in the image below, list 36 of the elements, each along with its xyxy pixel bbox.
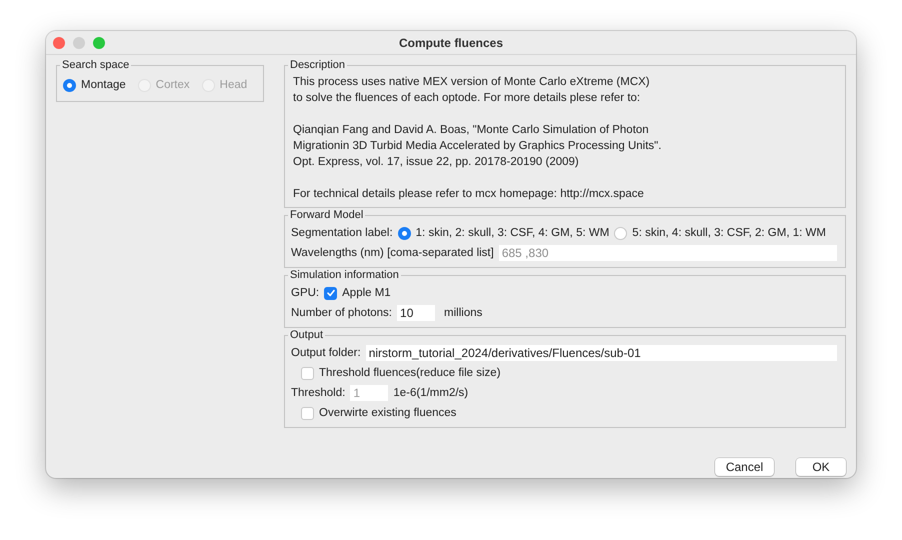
checkbox-label: Threshold fluences(reduce file size)	[319, 367, 501, 379]
field-label: Wavelengths (nm) [coma-separated list]	[291, 247, 494, 259]
panel-title: Search space	[61, 59, 130, 71]
checkbox-option[interactable]: Threshold fluences(reduce file size)	[301, 366, 501, 380]
panel-title: Forward Model	[289, 209, 364, 221]
input-field[interactable]: nirstorm_tutorial_2024/derivatives/Fluences/sub-01	[366, 345, 837, 361]
radio-label: Montage	[81, 79, 126, 91]
radio-option[interactable]: 5: skin, 4: skull, 3: CSF, 2: GM, 1: WM	[614, 226, 826, 240]
radio-option[interactable]: 1: skin, 2: skull, 3: CSF, 4: GM, 5: WM	[398, 226, 610, 240]
field-label: Segmentation label:	[291, 227, 393, 239]
field-label: Output folder:	[291, 347, 361, 359]
unit-label: millions	[444, 307, 482, 319]
panel-title: Description	[289, 59, 346, 71]
window-title: Compute fluences	[398, 36, 503, 50]
field-label: GPU:	[291, 287, 320, 299]
radio-label: 1: skin, 2: skull, 3: CSF, 4: GM, 5: WM	[416, 227, 610, 239]
input-field[interactable]: 10	[397, 305, 436, 321]
radio-label: Head	[220, 79, 248, 91]
field-label: Number of photons:	[291, 307, 392, 319]
checkbox-option[interactable]: Overwirte existing fluences	[301, 406, 456, 420]
dialog-button[interactable]: OK	[796, 458, 846, 476]
checkbox-label: Overwirte existing fluences	[319, 407, 456, 419]
field-label: Threshold:	[291, 387, 346, 399]
description-text: For technical details please refer to mcx homepage: http://mcx.space	[293, 187, 645, 202]
description-text: This process uses native MEX version of Monte Carlo eXtreme (MCX) to solve the fluences of each optode. For more details plese refer to:	[293, 75, 651, 106]
checkbox-option[interactable]: Apple M1	[324, 286, 391, 300]
radio-label: Cortex	[156, 79, 190, 91]
checkbox-label: Apple M1	[342, 287, 391, 299]
radio-option[interactable]: Montage	[63, 78, 126, 92]
radio-label: 5: skin, 4: skull, 3: CSF, 2: GM, 1: WM	[632, 227, 826, 239]
input-field[interactable]: 685 ,830	[498, 245, 837, 261]
panel-title: Output	[289, 329, 324, 341]
panel-title: Simulation information	[289, 269, 400, 281]
description-text: Qianqian Fang and David A. Boas, "Monte Carlo Simulation of Photon Migrationin 3D Turbid Media Accelerated by Graphics Processing Units". Opt. Express, vol. 17, issue 22, pp. 20178-20190 (2009)	[293, 123, 662, 170]
unit-label: 1e-6(1/mm2/s)	[393, 387, 468, 399]
dialog-button[interactable]: Cancel	[715, 458, 774, 476]
